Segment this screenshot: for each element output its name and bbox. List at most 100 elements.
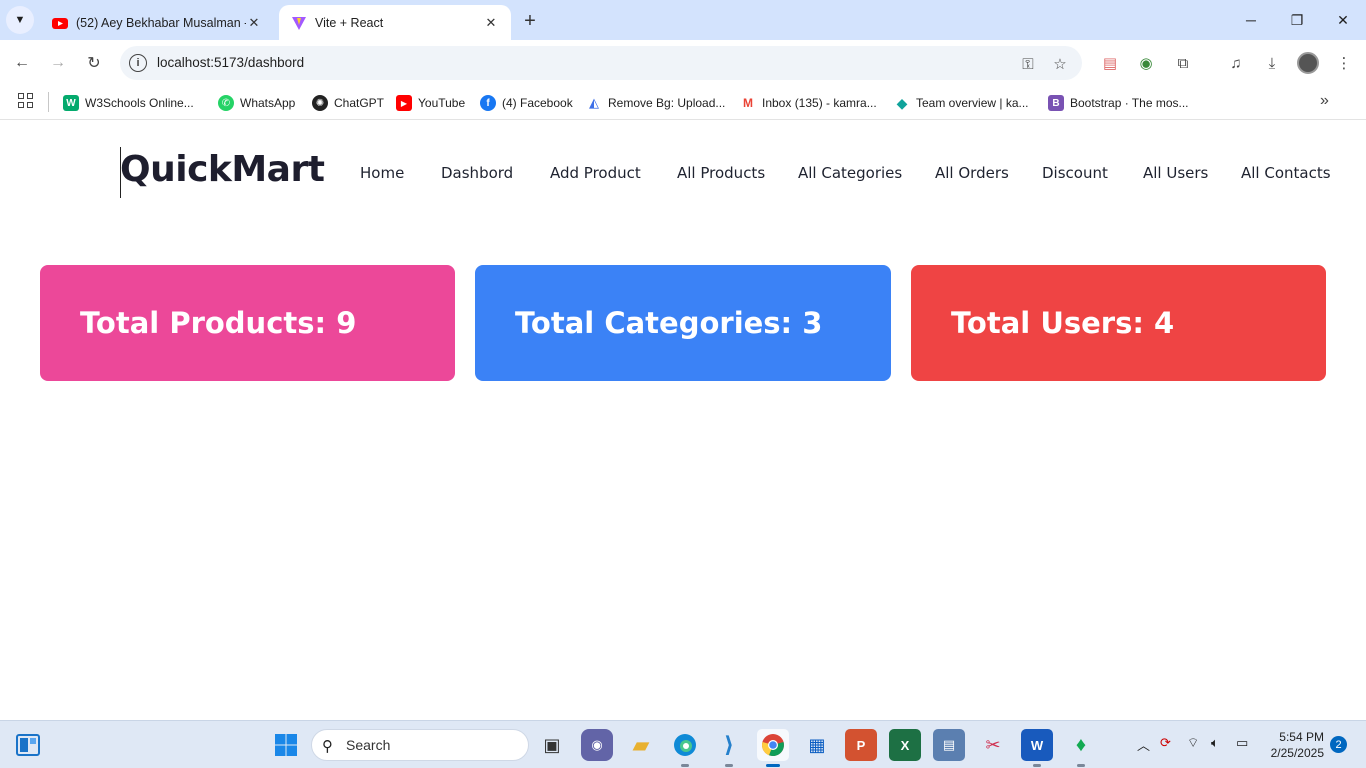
restore-button[interactable]: ❐ [1274, 0, 1320, 40]
snipping-tool-icon[interactable]: ✂ [977, 729, 1009, 761]
site-info-icon[interactable]: i [129, 54, 147, 72]
address-bar[interactable]: i localhost:5173/dashbord ⚿ ☆ [120, 46, 1082, 80]
gmail-icon: M [740, 95, 756, 111]
powerpoint-icon[interactable]: P [845, 729, 877, 761]
widgets-icon[interactable] [12, 729, 44, 761]
youtube-icon [52, 17, 68, 29]
search-icon: ⚲ [322, 738, 333, 755]
nav-all-categories[interactable]: All Categories [798, 164, 902, 182]
volume-icon[interactable]: 🔈︎ [1211, 735, 1219, 751]
nav-add-product[interactable]: Add Product [550, 164, 641, 182]
nav-all-users[interactable]: All Users [1143, 164, 1208, 182]
minimize-button[interactable]: ─ [1228, 0, 1274, 40]
more-bookmarks-icon[interactable]: » [1320, 92, 1329, 110]
tab-youtube[interactable]: (52) Aey Bekhabar Musalman - ✕ [40, 5, 274, 40]
show-hidden-icons-chevron[interactable]: ︿ [1137, 735, 1150, 754]
sync-alert-icon[interactable]: ⟳ [1160, 735, 1171, 751]
nav-discount[interactable]: Discount [1042, 164, 1108, 182]
bookmark-label: Team overview | ka... [916, 96, 1029, 110]
tab-title: (52) Aey Bekhabar Musalman - [76, 15, 246, 30]
address-url[interactable]: localhost:5173/dashbord [157, 55, 304, 70]
total-products-card: Total Products: 9 [40, 265, 455, 381]
extension-icon[interactable]: ▤ [1099, 52, 1121, 74]
tab-strip: ▼ (52) Aey Bekhabar Musalman - ✕ Vite + … [0, 0, 1366, 40]
chrome-icon[interactable] [757, 729, 789, 767]
search-placeholder: Search [346, 737, 391, 753]
wifi-icon[interactable]: ⌔ [1187, 735, 1199, 751]
running-indicator [681, 764, 689, 767]
taskbar-clock[interactable]: 5:54 PM 2/25/2025 [1262, 729, 1324, 761]
bookmark-label: Inbox (135) - kamra... [762, 96, 877, 110]
edge-icon[interactable] [669, 729, 701, 767]
bookmark-bootstrap[interactable]: B Bootstrap · The mos... [1048, 92, 1189, 114]
bookmark-w3schools[interactable]: W W3Schools Online... [63, 92, 194, 114]
page-viewport: QuickMart Home Dashbord Add Product All … [0, 121, 1366, 720]
whatsapp-icon: ✆ [218, 95, 234, 111]
bookmark-chatgpt[interactable]: ✺ ChatGPT [312, 92, 384, 114]
close-tab-icon[interactable]: ✕ [246, 15, 262, 31]
bookmark-separator [48, 92, 49, 112]
notification-badge[interactable]: 2 [1330, 736, 1347, 753]
bookmark-label: ChatGPT [334, 96, 385, 110]
youtube-icon: ▶ [396, 95, 412, 111]
file-explorer-icon[interactable]: ▰ [625, 729, 657, 761]
vite-icon [292, 16, 306, 30]
tab-vite-react[interactable]: Vite + React ✕ [279, 5, 511, 40]
bookmark-label: W3Schools Online... [85, 96, 194, 110]
nav-dashbord[interactable]: Dashbord [441, 164, 513, 182]
bookmark-label: YouTube [418, 96, 466, 110]
bookmark-removebg[interactable]: ◭ Remove Bg: Upload... [586, 92, 725, 114]
nav-home[interactable]: Home [360, 164, 404, 182]
bookmark-label: (4) Facebook [502, 96, 573, 110]
brand-logo[interactable]: QuickMart [120, 149, 325, 190]
removebg-icon: ◭ [586, 95, 602, 111]
menu-kebab-icon[interactable]: ⋮ [1333, 52, 1355, 74]
profile-avatar[interactable] [1297, 52, 1319, 74]
bookmark-star-icon[interactable]: ☆ [1050, 54, 1070, 74]
bookmark-team-overview[interactable]: ◆ Team overview | ka... [894, 92, 1029, 114]
reload-button[interactable]: ↻ [80, 49, 108, 77]
close-window-button[interactable]: ✕ [1320, 0, 1366, 40]
clock-time: 5:54 PM [1279, 730, 1324, 744]
extension-globe-icon[interactable]: ◉ [1135, 52, 1157, 74]
taskbar: ⚲ Search ▣ ◉ ▰ ⟩ ▦ P X ▤ ✂ W ♦ ︿ ⟳ ⌔ 🔈︎ … [0, 720, 1366, 768]
windows-start-icon[interactable] [270, 729, 302, 761]
taskbar-search[interactable]: ⚲ Search [311, 729, 529, 761]
media-controls-icon[interactable]: ♫ [1225, 52, 1247, 74]
bookmark-gmail[interactable]: M Inbox (135) - kamra... [740, 92, 877, 114]
microsoft-store-icon[interactable]: ▦ [801, 729, 833, 761]
bookmark-label: Bootstrap · The mos... [1070, 96, 1189, 110]
bootstrap-icon: B [1048, 95, 1064, 111]
teams-meet-icon[interactable]: ◉ [581, 729, 613, 761]
chatgpt-icon: ✺ [312, 95, 328, 111]
new-tab-button[interactable]: + [518, 9, 542, 33]
battery-icon[interactable]: ▭ [1236, 735, 1248, 751]
tab-search-button[interactable]: ▼ [6, 6, 34, 34]
bookmark-facebook[interactable]: f (4) Facebook [480, 92, 573, 114]
browser-toolbar: ← → ↻ i localhost:5173/dashbord ⚿ ☆ ▤ ◉ … [0, 40, 1366, 86]
image-viewer-icon[interactable]: ▤ [933, 729, 965, 761]
back-button[interactable]: ← [8, 49, 36, 77]
bookmark-whatsapp[interactable]: ✆ WhatsApp [218, 92, 295, 114]
excel-icon[interactable]: X [889, 729, 921, 761]
nav-all-products[interactable]: All Products [677, 164, 765, 182]
nav-all-contacts[interactable]: All Contacts [1241, 164, 1331, 182]
password-key-icon[interactable]: ⚿ [1018, 54, 1038, 74]
clock-date: 2/25/2025 [1270, 746, 1324, 760]
nav-all-orders[interactable]: All Orders [935, 164, 1009, 182]
bookmarks-bar: W W3Schools Online... ✆ WhatsApp ✺ ChatG… [0, 86, 1366, 120]
vscode-icon[interactable]: ⟩ [713, 729, 745, 767]
bookmark-youtube[interactable]: ▶ YouTube [396, 92, 465, 114]
task-view-icon[interactable]: ▣ [536, 729, 568, 761]
downloads-icon[interactable]: ⤓ [1261, 52, 1283, 74]
total-categories-card: Total Categories: 3 [475, 265, 891, 381]
running-indicator [766, 764, 780, 767]
mongodb-icon[interactable]: ♦ [1065, 729, 1097, 767]
bookmark-label: Remove Bg: Upload... [608, 96, 726, 110]
close-tab-icon[interactable]: ✕ [483, 15, 499, 31]
word-icon[interactable]: W [1021, 729, 1053, 767]
extensions-puzzle-icon[interactable]: ⧉ [1172, 52, 1194, 74]
forward-button[interactable]: → [44, 49, 72, 77]
apps-grid-icon[interactable] [18, 93, 34, 109]
diamond-icon: ◆ [894, 95, 910, 111]
